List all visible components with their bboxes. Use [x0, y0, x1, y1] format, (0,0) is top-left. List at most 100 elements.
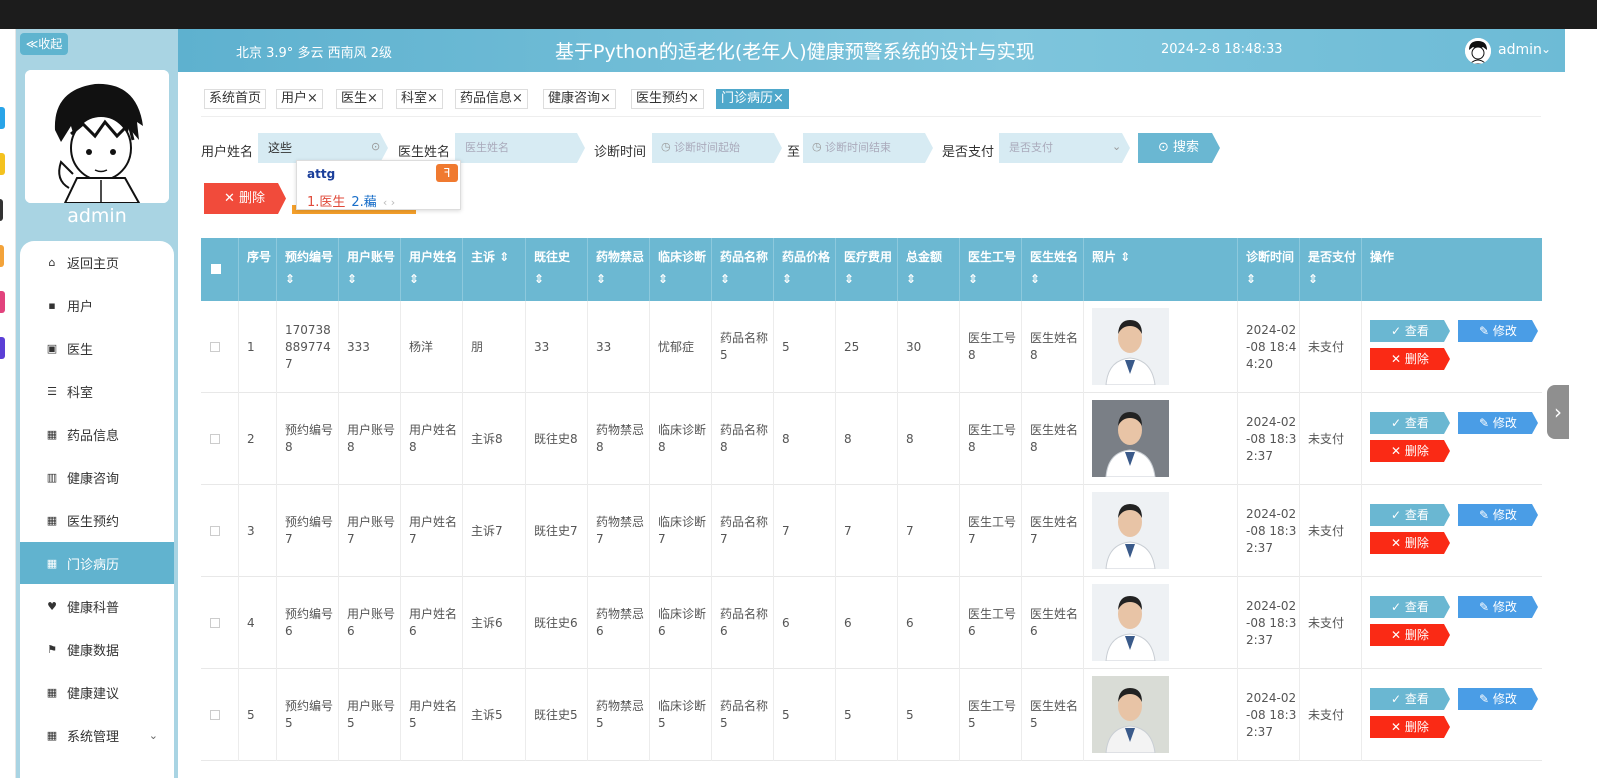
column-header[interactable]: 既往史 ⇕ [526, 238, 588, 301]
cell-text: 8 [844, 431, 852, 446]
table-cell-price: 7 [774, 485, 836, 577]
edit-button[interactable]: ✎ 修改 [1458, 596, 1538, 618]
column-header[interactable]: 总金额 ⇕ [898, 238, 960, 301]
search-button[interactable]: ⊙ 搜索 [1138, 133, 1220, 163]
doctor-photo[interactable] [1092, 676, 1169, 753]
diagnosis-time-start-input[interactable]: 诊断时间起始 [652, 133, 782, 163]
sidebar-item-users[interactable]: ▪ 用户 [20, 284, 174, 326]
table-cell-paid: 未支付 [1300, 669, 1362, 761]
edit-button[interactable]: ✎ 修改 [1458, 412, 1538, 434]
cell-text: 未支付 [1308, 707, 1345, 722]
edit-button[interactable]: ✎ 修改 [1458, 320, 1538, 342]
edit-button[interactable]: ✎ 修改 [1458, 504, 1538, 526]
column-header[interactable]: 预约编号 ⇕ [277, 238, 339, 301]
batch-delete-button[interactable]: ✕ 删除 [204, 183, 286, 214]
app-shortcut-icon[interactable] [0, 199, 3, 221]
doctor-photo[interactable] [1092, 308, 1169, 385]
column-header[interactable]: 主诉 ⇕ [463, 238, 526, 301]
view-button-label: 查看 [1404, 324, 1429, 338]
cell-text: 药品名称8 [720, 423, 769, 454]
app-shortcut-icon[interactable] [0, 291, 5, 313]
column-header[interactable]: 药品价格 ⇕ [774, 238, 836, 301]
view-button[interactable]: ✓ 查看 [1370, 596, 1450, 618]
user-name-input[interactable]: 这些 [258, 133, 388, 163]
column-header[interactable]: 用户账号 ⇕ [339, 238, 401, 301]
view-button[interactable]: ✓ 查看 [1370, 688, 1450, 710]
sidebar-item-doctors[interactable]: ▣ 医生 [20, 327, 174, 369]
row-checkbox[interactable] [210, 618, 220, 628]
tab-users[interactable]: 用户× [276, 89, 323, 109]
tab-health-consult[interactable]: 健康咨询× [543, 89, 616, 109]
sidebar-item-home[interactable]: ⌂ 返回主页 [20, 241, 174, 283]
tab-drug-info[interactable]: 药品信息× [455, 89, 528, 109]
collapse-button[interactable]: ≪收起 [20, 33, 68, 55]
cell-text: 未支付 [1308, 523, 1345, 538]
column-header[interactable]: 医生工号 ⇕ [960, 238, 1022, 301]
table-cell-drug: 药品名称8 [712, 393, 774, 485]
clear-icon[interactable]: ⊙ [371, 140, 380, 153]
sidebar-item-health-science[interactable]: ♥ 健康科普 [20, 585, 174, 627]
doctor-photo[interactable] [1092, 584, 1169, 661]
app-shortcut-icon[interactable] [0, 153, 5, 175]
edit-button[interactable]: ✎ 修改 [1458, 688, 1538, 710]
app-shortcut-icon[interactable] [0, 337, 5, 359]
column-header[interactable]: 临床诊断 ⇕ [650, 238, 712, 301]
ime-candidate[interactable]: 2.藊 [351, 195, 376, 210]
delete-button[interactable]: ✕ 删除 [1370, 440, 1450, 462]
view-button[interactable]: ✓ 查看 [1370, 504, 1450, 526]
column-header[interactable]: 药物禁忌 ⇕ [588, 238, 650, 301]
column-header[interactable]: 序号 [239, 238, 277, 301]
sidebar-item-drug-info[interactable]: ▦ 药品信息 [20, 413, 174, 455]
doctor-photo[interactable] [1092, 492, 1169, 569]
sidebar-item-outpatient-records[interactable]: ▦ 门诊病历 [20, 542, 174, 584]
doctor-photo[interactable] [1092, 400, 1169, 477]
view-button[interactable]: ✓ 查看 [1370, 412, 1450, 434]
delete-button[interactable]: ✕ 删除 [1370, 532, 1450, 554]
sidebar-item-label: 医生预约 [67, 514, 120, 530]
row-select-cell [201, 301, 239, 393]
sidebar-item-health-data[interactable]: ⚑ 健康数据 [20, 628, 174, 670]
ime-candidate-popup[interactable]: attg ꟻ 1.医生 2.藊 ‹ › [296, 160, 461, 210]
row-checkbox[interactable] [210, 342, 220, 352]
chevron-right-icon[interactable]: › [1547, 385, 1569, 439]
delete-button[interactable]: ✕ 删除 [1370, 716, 1450, 738]
sidebar-item-doctor-booking[interactable]: ▦ 医生预约 [20, 499, 174, 541]
sidebar-item-departments[interactable]: ☰ 科室 [20, 370, 174, 412]
delete-button[interactable]: ✕ 删除 [1370, 624, 1450, 646]
column-header[interactable]: 照片 ⇕ [1084, 238, 1238, 301]
sidebar-item-health-consult[interactable]: ▥ 健康咨询 [20, 456, 174, 498]
sidebar-item-system-management[interactable]: ▦ 系统管理 ⌄ [20, 714, 174, 756]
row-checkbox[interactable] [210, 434, 220, 444]
cell-text: 药品名称5 [720, 699, 769, 730]
chevron-down-icon[interactable]: ⌄ [1541, 42, 1551, 56]
column-header[interactable]: 是否支付 ⇕ [1300, 238, 1362, 301]
diagnosis-time-end-input[interactable]: 诊断时间结束 [803, 133, 933, 163]
delete-button[interactable]: ✕ 删除 [1370, 348, 1450, 370]
column-header[interactable]: 医生姓名 ⇕ [1022, 238, 1084, 301]
sidebar-item-health-advice[interactable]: ▦ 健康建议 [20, 671, 174, 713]
tab-departments[interactable]: 科室× [396, 89, 443, 109]
tab-outpatient-records[interactable]: 门诊病历× [716, 89, 789, 109]
table-cell-history: 既往史5 [526, 669, 588, 761]
user-name[interactable]: admin [1498, 42, 1542, 58]
app-shortcut-icon[interactable] [0, 245, 4, 267]
column-header[interactable]: 诊断时间 ⇕ [1238, 238, 1300, 301]
tab-home[interactable]: 系统首页 [204, 89, 267, 109]
chevron-down-icon[interactable]: ⌄ [1112, 140, 1121, 153]
doctor-name-input[interactable]: 医生姓名 [455, 133, 585, 163]
select-all-checkbox[interactable] [211, 264, 221, 274]
row-checkbox[interactable] [210, 526, 220, 536]
tab-doctors[interactable]: 医生× [336, 89, 383, 109]
ime-candidate[interactable]: 1.医生 [307, 195, 345, 210]
column-header[interactable]: 用户姓名 ⇕ [401, 238, 463, 301]
cell-text: 忧郁症 [658, 339, 695, 354]
column-header[interactable]: 医疗费用 ⇕ [836, 238, 898, 301]
tab-doctor-booking[interactable]: 医生预约× [631, 89, 704, 109]
ime-page-arrows-icon[interactable]: ‹ › [383, 196, 395, 209]
user-avatar[interactable] [1465, 38, 1491, 64]
row-checkbox[interactable] [210, 710, 220, 720]
paid-select[interactable]: 是否支付 [999, 133, 1130, 163]
app-shortcut-icon[interactable] [0, 107, 5, 129]
view-button[interactable]: ✓ 查看 [1370, 320, 1450, 342]
column-header[interactable]: 药品名称 ⇕ [712, 238, 774, 301]
